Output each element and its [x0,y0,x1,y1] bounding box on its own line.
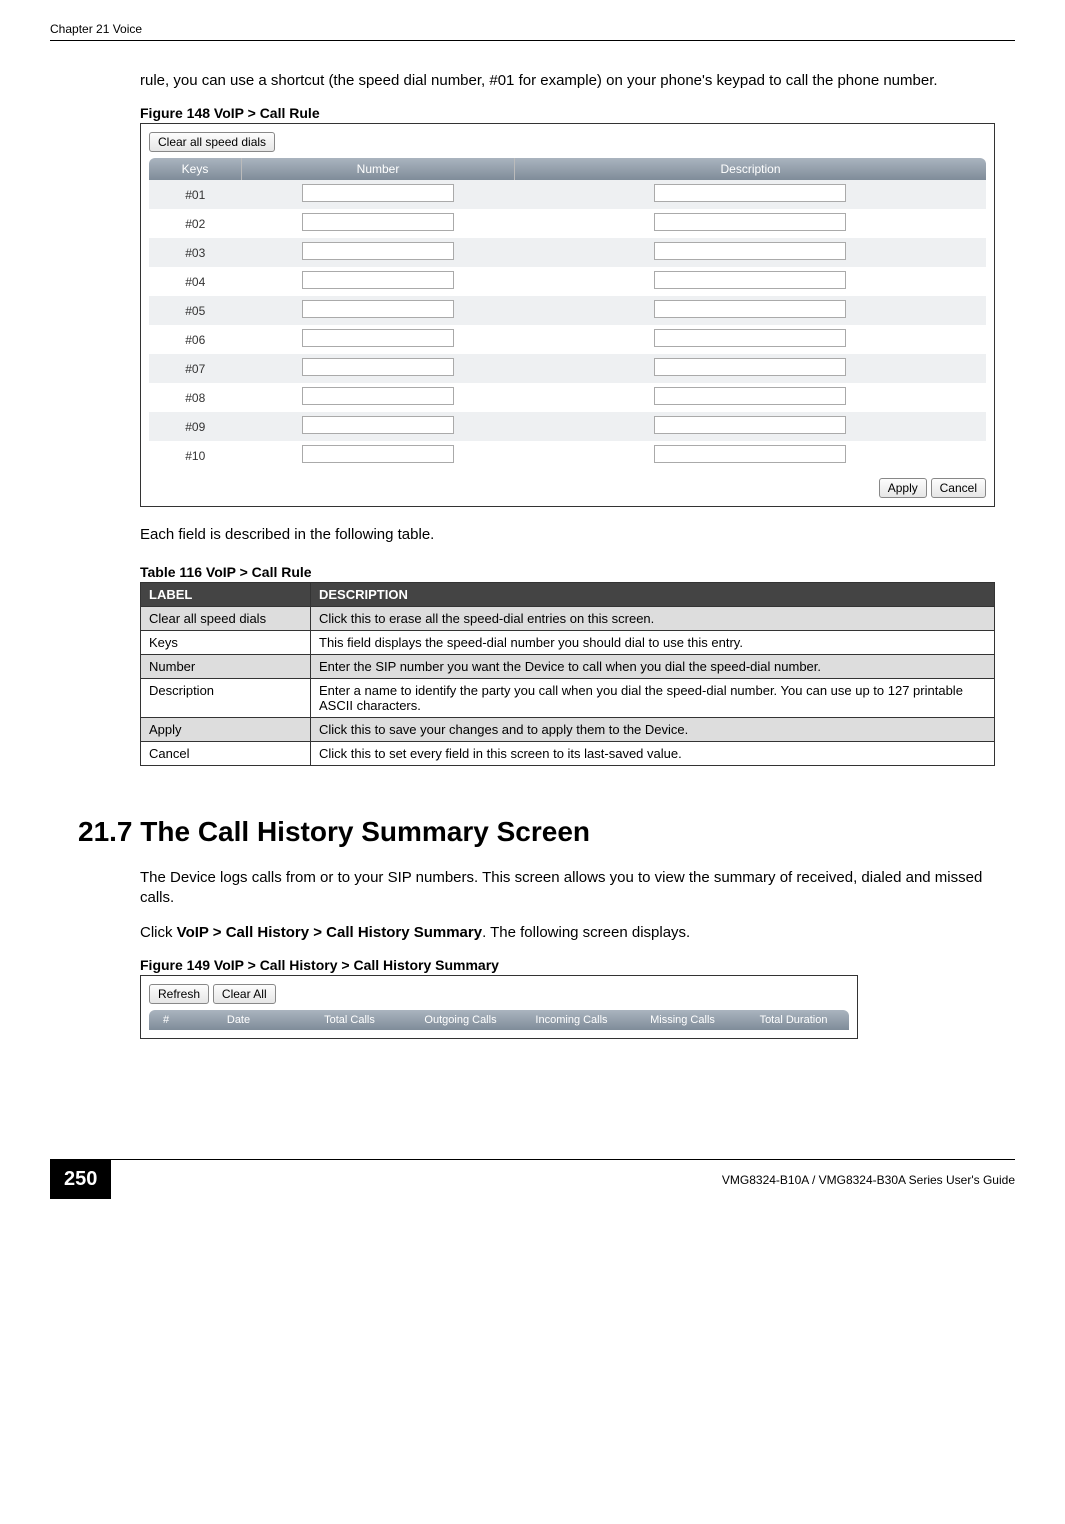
key-cell: #08 [149,383,242,412]
number-input[interactable] [302,242,454,260]
footer-text: VMG8324-B10A / VMG8324-B30A Series User'… [722,1165,1015,1195]
figure-148-caption: Figure 148 VoIP > Call Rule [140,105,1015,121]
doc-col-desc: DESCRIPTION [311,582,995,606]
col-total-duration: Total Duration [738,1010,849,1030]
number-input[interactable] [302,329,454,347]
table-116: LABEL DESCRIPTION Clear all speed dialsC… [140,582,995,766]
page-number: 250 [50,1160,111,1199]
description-input[interactable] [654,329,846,347]
key-cell: #03 [149,238,242,267]
table-row: #10 [149,441,986,470]
description-input[interactable] [654,358,846,376]
table-116-caption: Table 116 VoIP > Call Rule [140,564,1015,580]
col-total-calls: Total Calls [294,1010,405,1030]
para2-suffix: . The following screen displays. [482,924,690,941]
label-cell: Keys [141,630,311,654]
col-missing-calls: Missing Calls [627,1010,738,1030]
figure-149-caption: Figure 149 VoIP > Call History > Call Hi… [140,957,1015,973]
table-row: #09 [149,412,986,441]
clear-all-speed-dials-button[interactable]: Clear all speed dials [149,132,275,152]
call-history-panel: Refresh Clear All # Date Total Calls Out… [140,975,858,1039]
table-row: KeysThis field displays the speed-dial n… [141,630,995,654]
intro-paragraph: rule, you can use a shortcut (the speed … [140,71,995,91]
description-input[interactable] [654,300,846,318]
number-input[interactable] [302,184,454,202]
col-keys-header: Keys [149,158,242,180]
label-cell: Description [141,678,311,717]
col-date: Date [183,1010,294,1030]
description-input[interactable] [654,213,846,231]
section-para-1: The Device logs calls from or to your SI… [140,868,995,909]
table-row: ApplyClick this to save your changes and… [141,717,995,741]
desc-cell: Click this to set every field in this sc… [311,741,995,765]
description-input[interactable] [654,242,846,260]
speed-dial-panel: Clear all speed dials Keys Number Descri… [140,123,995,507]
table-row: #05 [149,296,986,325]
desc-cell: This field displays the speed-dial numbe… [311,630,995,654]
col-outgoing-calls: Outgoing Calls [405,1010,516,1030]
chapter-label: Chapter 21 Voice [50,22,142,36]
number-input[interactable] [302,300,454,318]
key-cell: #07 [149,354,242,383]
table-row: #04 [149,267,986,296]
table-row: #02 [149,209,986,238]
col-num: # [149,1010,183,1030]
table-row: Clear all speed dialsClick this to erase… [141,606,995,630]
key-cell: #04 [149,267,242,296]
table-row: #01 [149,180,986,209]
desc-cell: Click this to erase all the speed-dial e… [311,606,995,630]
table-row: #07 [149,354,986,383]
each-field-text: Each field is described in the following… [140,525,995,545]
number-input[interactable] [302,387,454,405]
key-cell: #02 [149,209,242,238]
col-description-header: Description [515,158,987,180]
speed-dial-table: Keys Number Description #01 #02 #03 #04 … [149,158,986,470]
description-input[interactable] [654,416,846,434]
label-cell: Number [141,654,311,678]
apply-button[interactable]: Apply [879,478,927,498]
number-input[interactable] [302,416,454,434]
description-input[interactable] [654,387,846,405]
refresh-button[interactable]: Refresh [149,984,209,1004]
history-table-header: # Date Total Calls Outgoing Calls Incomi… [149,1010,849,1030]
col-number-header: Number [242,158,515,180]
desc-cell: Enter a name to identify the party you c… [311,678,995,717]
key-cell: #10 [149,441,242,470]
desc-cell: Click this to save your changes and to a… [311,717,995,741]
description-input[interactable] [654,445,846,463]
section-21-7-heading: 21.7 The Call History Summary Screen [78,816,1015,848]
table-row: #08 [149,383,986,412]
number-input[interactable] [302,358,454,376]
table-row: NumberEnter the SIP number you want the … [141,654,995,678]
table-row: #03 [149,238,986,267]
key-cell: #01 [149,180,242,209]
label-cell: Cancel [141,741,311,765]
table-row: CancelClick this to set every field in t… [141,741,995,765]
section-para-2: Click VoIP > Call History > Call History… [140,923,995,943]
cancel-button[interactable]: Cancel [931,478,986,498]
key-cell: #06 [149,325,242,354]
col-incoming-calls: Incoming Calls [516,1010,627,1030]
para2-prefix: Click [140,924,177,941]
clear-all-button[interactable]: Clear All [213,984,276,1004]
table-row: #06 [149,325,986,354]
description-input[interactable] [654,184,846,202]
table-row: DescriptionEnter a name to identify the … [141,678,995,717]
para2-bold-path: VoIP > Call History > Call History Summa… [177,924,482,941]
key-cell: #09 [149,412,242,441]
doc-col-label: LABEL [141,582,311,606]
number-input[interactable] [302,213,454,231]
number-input[interactable] [302,445,454,463]
label-cell: Apply [141,717,311,741]
desc-cell: Enter the SIP number you want the Device… [311,654,995,678]
label-cell: Clear all speed dials [141,606,311,630]
description-input[interactable] [654,271,846,289]
key-cell: #05 [149,296,242,325]
number-input[interactable] [302,271,454,289]
